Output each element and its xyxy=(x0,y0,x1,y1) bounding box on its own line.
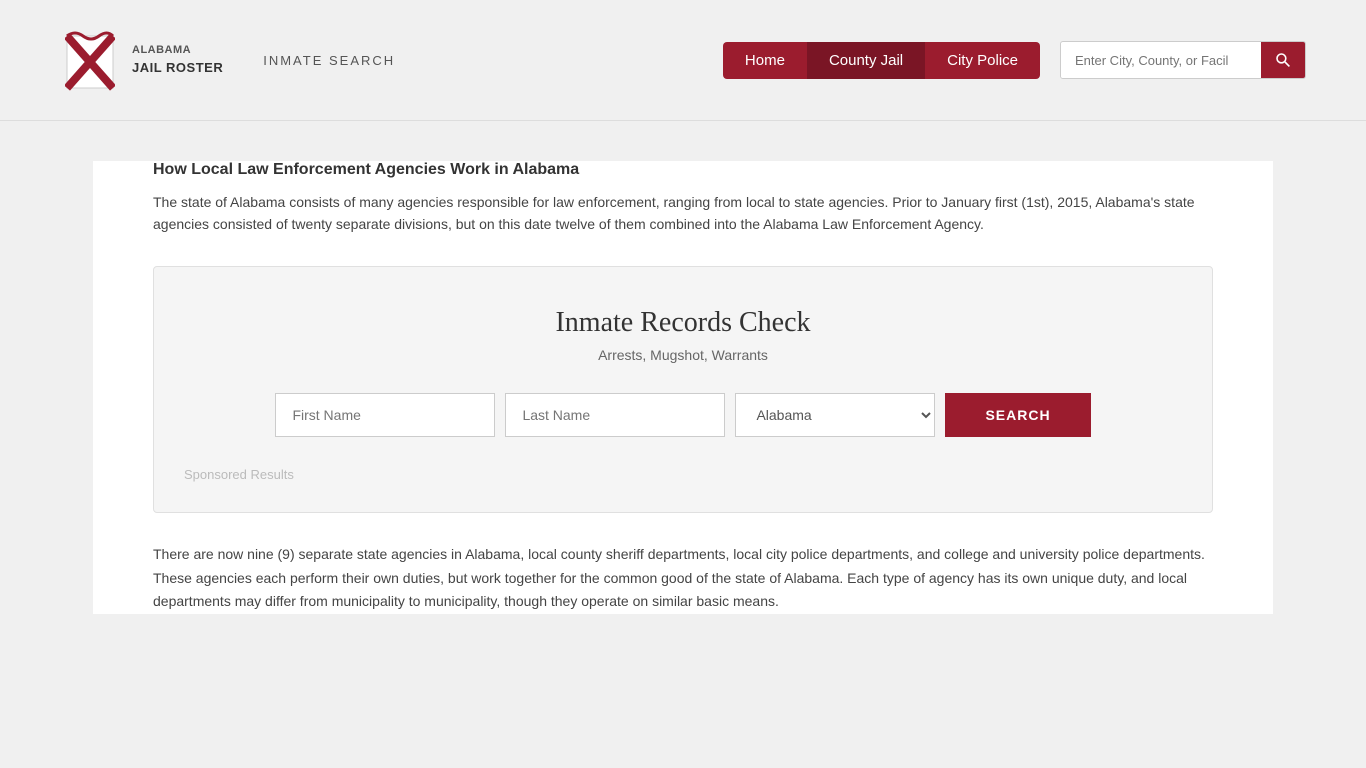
article-heading: How Local Law Enforcement Agencies Work … xyxy=(153,161,1213,179)
nav-county-jail-button[interactable]: County Jail xyxy=(807,42,925,79)
search-icon xyxy=(1275,52,1291,68)
logo-icon xyxy=(60,20,120,100)
records-check-box: Inmate Records Check Arrests, Mugshot, W… xyxy=(153,266,1213,513)
records-title: Inmate Records Check xyxy=(184,307,1182,339)
logo-link[interactable]: ALABAMA JAIL ROSTER xyxy=(60,20,223,100)
article-text-1: The state of Alabama consists of many ag… xyxy=(153,191,1213,236)
logo-line2: JAIL ROSTER xyxy=(132,59,223,77)
state-select[interactable]: Alabama Alaska Arizona Arkansas Californ… xyxy=(735,393,935,437)
logo-line1: ALABAMA xyxy=(132,43,223,58)
header-search-input[interactable] xyxy=(1061,43,1261,78)
last-name-input[interactable] xyxy=(505,393,725,437)
first-name-input[interactable] xyxy=(275,393,495,437)
records-subtitle: Arrests, Mugshot, Warrants xyxy=(184,347,1182,363)
article-text-2: There are now nine (9) separate state ag… xyxy=(153,543,1213,614)
header: ALABAMA JAIL ROSTER INMATE SEARCH Home C… xyxy=(0,0,1366,121)
sponsored-results: Sponsored Results xyxy=(184,457,1182,482)
logo-text-block: ALABAMA JAIL ROSTER xyxy=(132,43,223,77)
inmate-search-label: INMATE SEARCH xyxy=(263,53,395,68)
records-search-button[interactable]: SEARCH xyxy=(945,393,1090,437)
main-content: How Local Law Enforcement Agencies Work … xyxy=(93,161,1273,614)
nav-city-police-button[interactable]: City Police xyxy=(925,42,1040,79)
records-form: Alabama Alaska Arizona Arkansas Californ… xyxy=(184,393,1182,437)
alabama-flag-svg xyxy=(65,28,115,93)
nav-home-button[interactable]: Home xyxy=(723,42,807,79)
header-search-bar xyxy=(1060,41,1306,79)
nav-area: Home County Jail City Police xyxy=(723,41,1306,79)
nav-buttons: Home County Jail City Police xyxy=(723,42,1040,79)
header-search-button[interactable] xyxy=(1261,42,1305,78)
